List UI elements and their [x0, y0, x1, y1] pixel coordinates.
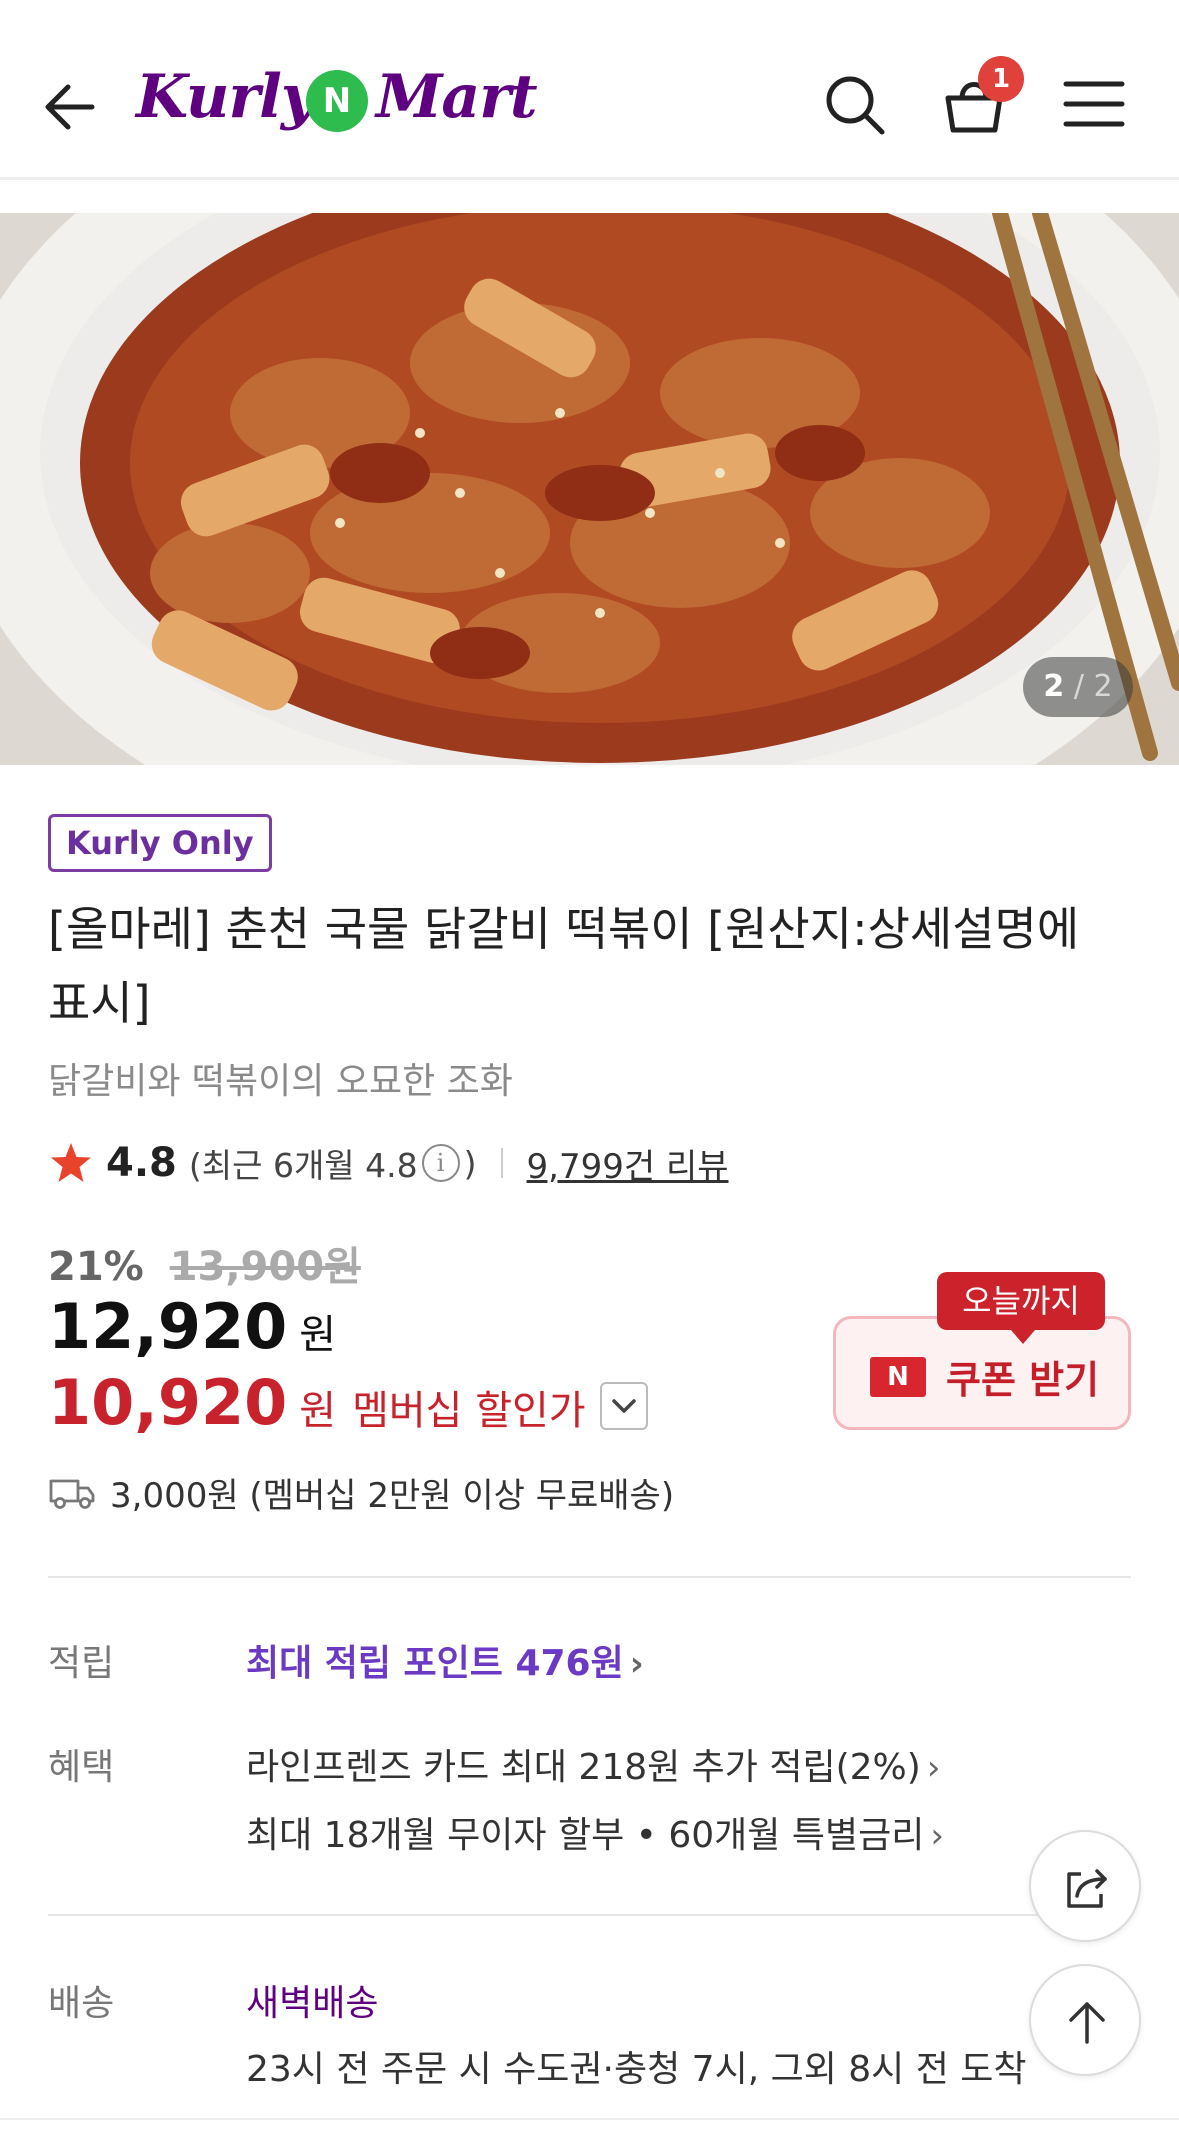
shipping-fee-text: 3,000원 (멤버십 2만원 이상 무료배송) — [110, 1476, 675, 1516]
product-subtitle: 닭갈비와 떡볶이의 오묘한 조화 — [48, 1061, 513, 1102]
product-title: [올마레] 춘천 국물 닭갈비 떡볶이 [원산지:상세설명에 표시] — [48, 902, 1080, 1030]
member-price-row: 10,920 원 멤버십 할인가 — [48, 1366, 586, 1439]
delivery-label: 배송 — [48, 1983, 115, 2024]
cart-icon[interactable]: 1 — [940, 56, 1024, 140]
rating-row: 4.8 (최근 6개월 4.8 i ) 9,799건 리뷰 — [48, 1138, 729, 1188]
shipping-fee-row: 3,000원 (멤버십 2만원 이상 무료배송) — [48, 1468, 674, 1517]
n-pay-icon: N — [870, 1356, 926, 1397]
original-price: 13,900원 — [169, 1244, 361, 1290]
gallery-total: 2 — [1093, 669, 1113, 704]
chevron-right-icon: › — [930, 1816, 944, 1856]
chevron-right-icon: › — [926, 1748, 941, 1788]
top-header: Kurly N Mart 1 — [0, 0, 1179, 180]
sale-price: 12,920 — [48, 1290, 288, 1363]
cart-count-badge: 1 — [978, 56, 1024, 102]
points-link[interactable]: 최대 적립 포인트 476원 › — [246, 1634, 644, 1686]
review-count-link[interactable]: 9,799건 리뷰 — [527, 1139, 729, 1188]
chevron-right-icon: › — [629, 1644, 644, 1684]
benefit-card-text: 라인프렌즈 카드 최대 218원 추가 적립(2%) — [246, 1747, 921, 1788]
arrow-up-icon — [1069, 2002, 1105, 2044]
delivery-description: 23시 전 주문 시 수도권·충청 7시, 그외 8시 전 도착 — [246, 2049, 1027, 2090]
sale-price-currency: 원 — [299, 1312, 337, 1358]
kurly-only-badge: Kurly Only — [48, 814, 272, 872]
logo-n-circle: N — [306, 70, 368, 132]
sale-price-row: 12,920 원 — [48, 1290, 336, 1363]
product-image[interactable]: 2 / 2 — [0, 213, 1179, 765]
benefit-card-link[interactable]: 라인프렌즈 카드 최대 218원 추가 적립(2%) › — [246, 1738, 940, 1790]
benefit-label: 혜택 — [48, 1747, 115, 1788]
rating-recent-suffix: ) — [463, 1143, 477, 1183]
rating-value: 4.8 — [106, 1140, 177, 1186]
coupon-today-tag: 오늘까지 — [937, 1272, 1105, 1344]
kurly-n-mart-logo[interactable]: Kurly N Mart — [136, 58, 538, 158]
gallery-counter: 2 / 2 — [1023, 657, 1133, 717]
coupon-label: 쿠폰 받기 — [946, 1358, 1100, 1402]
info-icon[interactable]: i — [421, 1144, 460, 1182]
points-value: 최대 적립 포인트 476원 — [246, 1643, 624, 1684]
points-label: 적립 — [48, 1643, 115, 1684]
star-icon — [51, 1143, 91, 1182]
member-price: 10,920 — [48, 1366, 288, 1439]
gallery-current: 2 — [1043, 669, 1065, 704]
hamburger-menu-icon[interactable] — [1062, 76, 1126, 132]
back-arrow-icon[interactable] — [40, 70, 100, 140]
logo-text-mart: Mart — [376, 62, 538, 132]
rating-divider — [500, 1148, 503, 1178]
scroll-to-top-button[interactable] — [1029, 1964, 1141, 2076]
food-illustration — [0, 213, 1179, 765]
share-icon — [1067, 1869, 1107, 1908]
coupon-content: N 쿠폰 받기 — [870, 1349, 1099, 1404]
gallery-separator: / — [1073, 669, 1084, 704]
logo-text-kurly: Kurly — [136, 62, 316, 132]
discount-row: 21% 13,900원 — [48, 1234, 361, 1292]
section-divider — [48, 1576, 1131, 1578]
benefit-installment-text: 최대 18개월 무이자 할부 • 60개월 특별금리 — [246, 1815, 925, 1856]
member-price-label: 멤버십 할인가 — [352, 1388, 586, 1434]
share-button[interactable] — [1029, 1830, 1141, 1942]
rating-recent-prefix: (최근 6개월 4.8 — [188, 1146, 418, 1185]
bottom-edge — [0, 2118, 1179, 2131]
truck-icon — [49, 1479, 95, 1509]
discount-rate: 21% — [48, 1244, 144, 1290]
delivery-type: 새벽배송 — [246, 1983, 379, 2024]
coupon-download-button[interactable]: N 쿠폰 받기 — [833, 1316, 1131, 1430]
member-price-currency: 원 — [299, 1388, 337, 1434]
chevron-down-icon — [612, 1399, 636, 1413]
member-price-dropdown-button[interactable] — [600, 1382, 648, 1430]
section-divider — [48, 1914, 1131, 1916]
search-icon[interactable] — [820, 70, 890, 140]
benefit-installment-link[interactable]: 최대 18개월 무이자 할부 • 60개월 특별금리 › — [246, 1806, 944, 1858]
